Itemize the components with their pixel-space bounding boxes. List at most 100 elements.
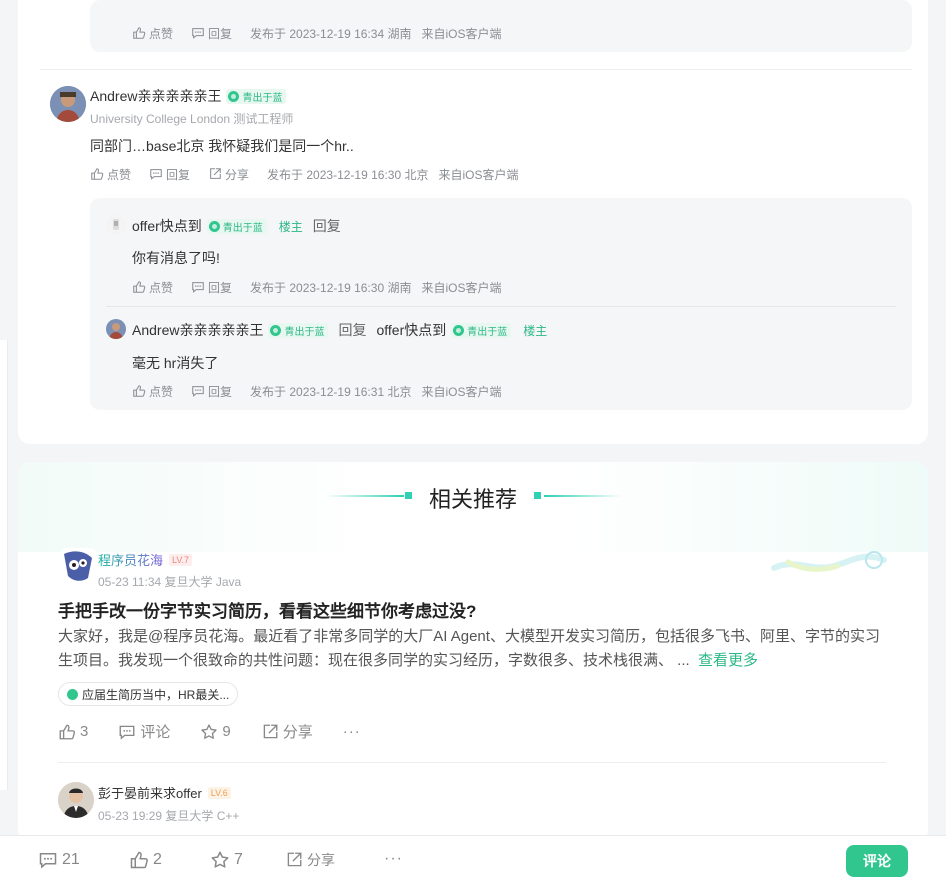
comment-author[interactable]: Andrew亲亲亲亲亲王 青出于蓝 (90, 86, 287, 106)
comment-label: 评论 (140, 724, 171, 741)
reply-target-name[interactable]: offer快点到 (376, 320, 446, 340)
owner-tag: 楼主 (278, 219, 303, 234)
post-author-line: 彭于晏前来求offer LV.6 (98, 783, 231, 802)
divider (106, 306, 896, 307)
badge-label: 青出于蓝 (467, 326, 508, 338)
more-options-button[interactable]: ··· (384, 850, 403, 868)
client-source: 来自iOS客户端 (421, 26, 502, 41)
post-body[interactable]: 大家好，我是@程序员花海。最近看了非常多同学的大厂AI Agent、大模型开发实… (58, 625, 888, 673)
post-time: 发布于 2023-12-19 16:34 湖南 (250, 26, 412, 41)
star-icon (201, 723, 218, 739)
thumb-up-icon (133, 281, 146, 293)
post-author-line: 程序员花海 LV.7 (98, 550, 193, 569)
favorite-button[interactable]: 7 (210, 850, 243, 870)
avatar[interactable] (60, 548, 96, 584)
avatar-image (106, 215, 126, 235)
thumb-up-icon (130, 851, 148, 869)
reply-label: 回复 (208, 280, 233, 295)
recommend-title: 相关推荐 (428, 487, 517, 512)
like-button[interactable]: 3 (58, 723, 88, 741)
thumb-up-icon (133, 27, 146, 39)
more-options-button[interactable]: ··· (343, 723, 361, 740)
badge-icon (208, 220, 220, 232)
reply-button[interactable]: 回复 (191, 279, 232, 296)
recommend-card: 相关推荐 程序员花海 LV.7 05-23 11:34 复旦大学 Java 手把… (18, 462, 928, 842)
avatar[interactable] (50, 86, 86, 122)
like-count: 3 (80, 723, 89, 740)
post-time: 发布于 2023-12-19 16:30 北京 (267, 167, 429, 182)
comment-button[interactable]: 评论 (118, 721, 170, 742)
favorite-button[interactable]: 9 (200, 723, 231, 741)
reply-button[interactable]: 回复 (191, 383, 232, 400)
star-icon (211, 851, 229, 868)
bottom-action-bar: 21 2 7 分享 ··· 评论 (0, 835, 946, 884)
post-actions: 3 评论 9 分享 ··· (58, 721, 391, 742)
topic-label: 应届生简历当中，HR最关... (82, 687, 230, 702)
author-name[interactable]: Andrew亲亲亲亲亲王 (132, 320, 263, 340)
comment-icon (192, 282, 204, 293)
comment-actions: 点赞 回复 分享 发布于 2023-12-19 16:30 北京 来自iOS客户… (90, 165, 528, 183)
comment-icon (119, 725, 135, 740)
post-title[interactable]: 手把手改一份字节实习简历，看看这些细节你考虑过没? (58, 597, 476, 622)
share-button[interactable]: 分享 (261, 721, 313, 742)
level-tag: LV.6 (207, 786, 231, 799)
reply-text: 你有消息了吗! (132, 250, 220, 266)
author-name[interactable]: offer快点到 (132, 216, 202, 236)
reply-label: 回复 (208, 26, 233, 41)
topic-tag[interactable]: 应届生简历当中，HR最关... (58, 682, 239, 706)
post-time: 发布于 2023-12-19 16:30 湖南 (250, 280, 412, 295)
like-button[interactable]: 点赞 (132, 279, 173, 296)
write-comment-button[interactable]: 评论 (846, 845, 908, 877)
reply-label: 回复 (166, 167, 191, 182)
reply-actions: 点赞 回复 发布于 2023-12-19 16:31 北京 来自iOS客户端 (132, 382, 511, 400)
reply-button[interactable]: 回复 (149, 166, 190, 183)
previous-reply-box: 点赞 回复 发布于 2023-12-19 16:34 湖南 来自iOS客户端 (90, 0, 912, 52)
reply-button[interactable]: 回复 (313, 216, 341, 236)
post-meta: 05-23 19:29 复旦大学 C++ (98, 809, 240, 823)
reply-to-label: 回复 (338, 322, 367, 338)
level-badge: 青出于蓝 (226, 88, 287, 104)
share-label: 分享 (225, 167, 250, 182)
like-button[interactable]: 2 (129, 850, 162, 870)
share-icon (287, 852, 302, 867)
avatar-image (58, 782, 94, 818)
badge-label: 青出于蓝 (222, 222, 263, 234)
reply-author-line: Andrew亲亲亲亲亲王 青出于蓝 回复 offer快点到 青出于蓝 楼主 (132, 320, 547, 340)
like-label: 点赞 (107, 167, 132, 182)
avatar[interactable] (58, 782, 94, 818)
author-name[interactable]: 彭于晏前来求offer (98, 783, 202, 802)
post-meta: 05-23 11:34 复旦大学 Java (98, 575, 242, 589)
reply-actions: 点赞 回复 发布于 2023-12-19 16:30 湖南 来自iOS客户端 (132, 278, 511, 296)
client-source: 来自iOS客户端 (421, 280, 502, 295)
thumb-up-icon (133, 385, 146, 397)
reply-text: 毫无 hr消失了 (132, 355, 219, 371)
reply-author-line: offer快点到 青出于蓝 楼主 回复 (132, 216, 351, 236)
like-count: 2 (153, 851, 162, 868)
thumb-up-icon (91, 168, 104, 180)
left-panel-edge (0, 340, 8, 790)
level-badge: 青出于蓝 (206, 218, 267, 234)
comments-button[interactable]: 21 (38, 850, 80, 870)
avatar-image (106, 319, 126, 339)
level-badge: 青出于蓝 (268, 322, 329, 338)
author-name[interactable]: 程序员花海 (98, 550, 163, 569)
avatar[interactable] (106, 215, 126, 235)
decoration-icon (771, 551, 887, 572)
badge-icon (453, 324, 465, 336)
badge-label: 青出于蓝 (242, 92, 283, 104)
author-name[interactable]: Andrew亲亲亲亲亲王 (90, 86, 221, 106)
like-button[interactable]: 点赞 (132, 25, 173, 42)
like-label: 点赞 (149, 280, 174, 295)
avatar[interactable] (106, 319, 126, 339)
share-button[interactable]: 分享 (285, 850, 335, 870)
like-button[interactable]: 点赞 (132, 383, 173, 400)
view-more-link[interactable]: 查看更多 (698, 652, 758, 669)
client-source: 来自iOS客户端 (438, 167, 519, 182)
owner-tag: 楼主 (523, 323, 548, 338)
reply-button[interactable]: 回复 (191, 25, 232, 42)
level-tag: LV.7 (169, 553, 193, 566)
like-button[interactable]: 点赞 (90, 166, 131, 183)
post-time: 发布于 2023-12-19 16:31 北京 (250, 384, 412, 399)
share-button[interactable]: 分享 (208, 166, 249, 183)
thumb-up-icon (59, 724, 76, 739)
